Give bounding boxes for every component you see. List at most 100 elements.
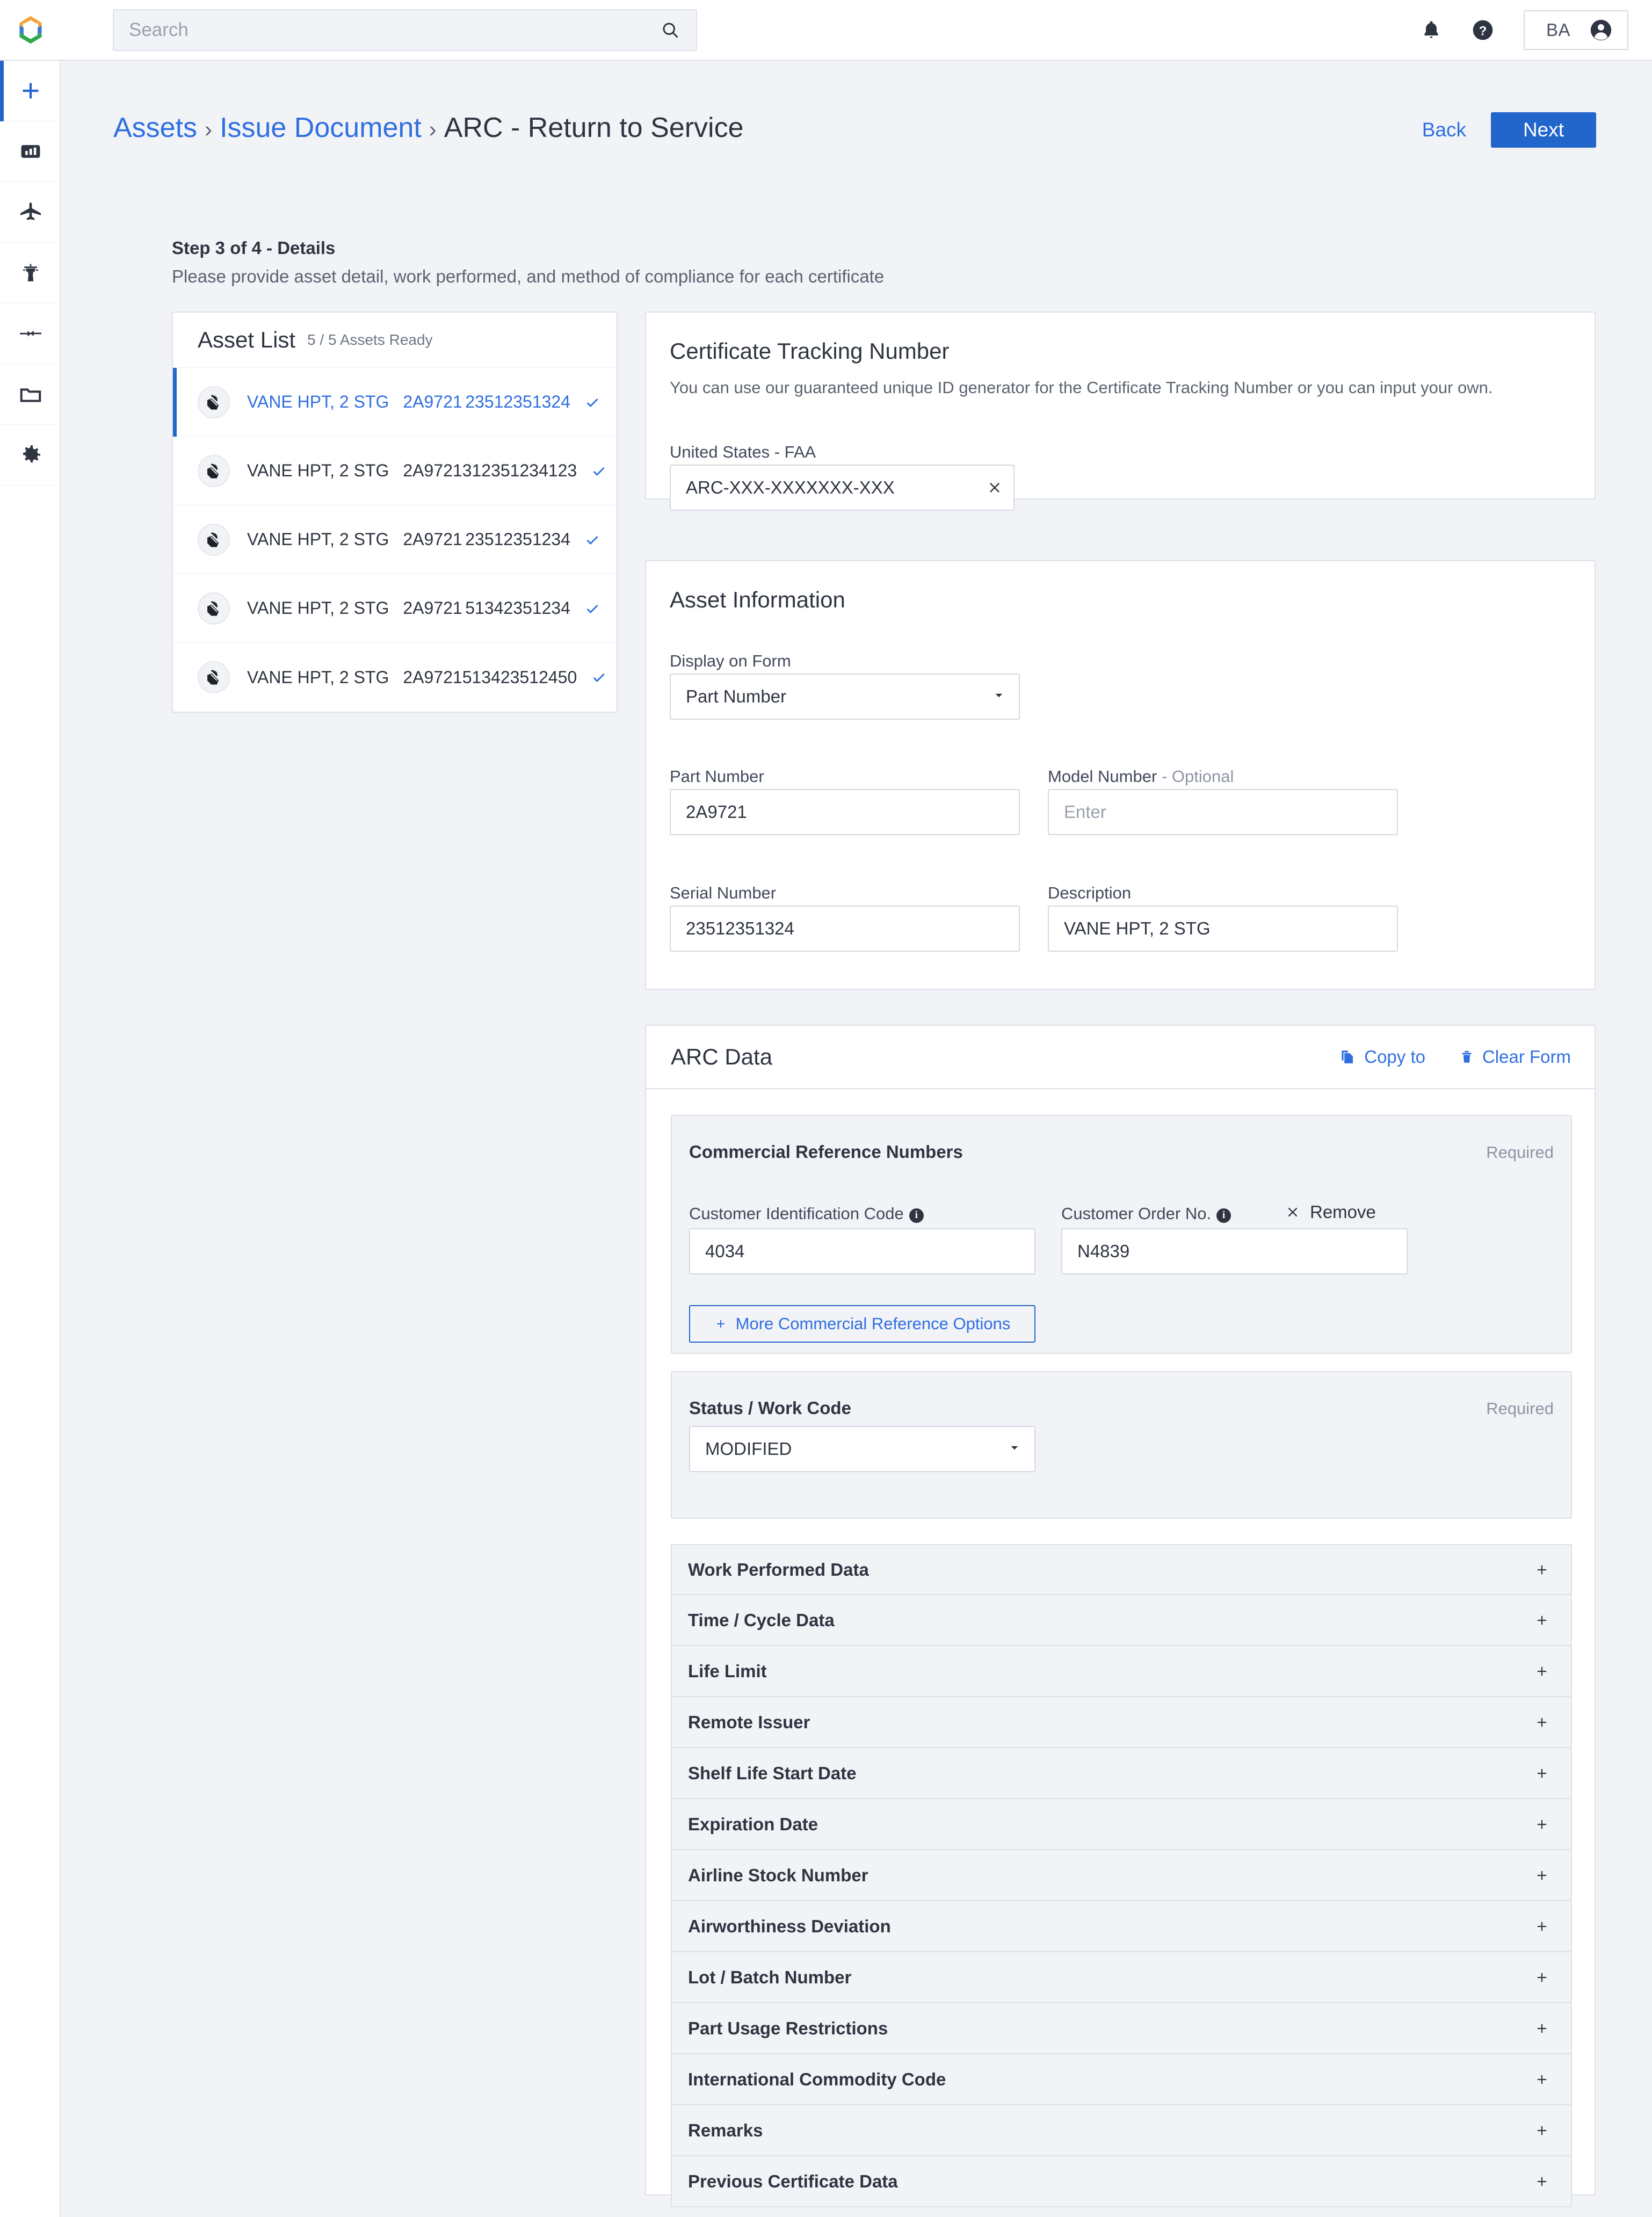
breadcrumb-item-issue-document[interactable]: Issue Document — [220, 112, 422, 144]
plus-icon[interactable] — [1534, 1970, 1549, 1985]
arc-data-card: ARC Data Copy to Clear Form Commercial R… — [645, 1025, 1596, 2207]
display-on-form-label: Display on Form — [670, 651, 791, 670]
plus-icon — [23, 83, 38, 99]
app-logo[interactable] — [0, 15, 61, 46]
asset-description: VANE HPT, 2 STG — [247, 461, 389, 480]
description-label: Description — [1048, 883, 1132, 902]
search-input[interactable] — [114, 19, 661, 41]
clear-form-button[interactable]: Clear Form — [1460, 1047, 1571, 1067]
rail-item-settings[interactable] — [0, 425, 61, 486]
accordion-item-airline-stock-number[interactable]: Airline Stock Number — [671, 1850, 1572, 1901]
plus-icon[interactable] — [1534, 1868, 1549, 1883]
info-icon[interactable]: i — [909, 1208, 924, 1223]
rail-item-aircraft[interactable] — [0, 182, 61, 243]
plus-icon[interactable] — [1534, 2174, 1549, 2189]
asset-list-header: Asset List 5 / 5 Assets Ready — [173, 313, 617, 368]
check-icon — [591, 669, 607, 685]
accordion-label: Work Performed Data — [688, 1559, 869, 1580]
chart-card-icon — [21, 145, 40, 158]
customer-identification-code-label-text: Customer Identification Code — [689, 1204, 904, 1223]
header-actions: Back Next — [1422, 112, 1596, 148]
accordion-item-lot-batch-number[interactable]: Lot / Batch Number — [671, 1952, 1572, 2003]
rail-item-documents[interactable] — [0, 364, 61, 425]
rail-item-reports[interactable] — [0, 121, 61, 182]
accordion-item-remote-issuer[interactable]: Remote Issuer — [671, 1697, 1572, 1748]
asset-list-item[interactable]: VANE HPT, 2 STG 2A9721 312351234123 — [173, 437, 617, 505]
more-commercial-reference-options-button[interactable]: More Commercial Reference Options — [689, 1305, 1035, 1343]
plus-icon[interactable] — [1534, 2123, 1549, 2138]
asset-list-title: Asset List — [198, 327, 296, 352]
copy-to-label: Copy to — [1364, 1047, 1425, 1067]
company-hexagon-logo — [19, 16, 42, 44]
accordion-item-part-usage-restrictions[interactable]: Part Usage Restrictions — [671, 2003, 1572, 2054]
copy-to-button[interactable]: Copy to — [1339, 1047, 1425, 1067]
plus-icon[interactable] — [1534, 2072, 1549, 2087]
plus-icon[interactable] — [1534, 1715, 1549, 1730]
part-number-input[interactable] — [670, 789, 1020, 835]
plus-icon[interactable] — [1534, 1817, 1549, 1832]
plus-icon[interactable] — [1534, 1919, 1549, 1934]
accordion-item-airworthiness-deviation[interactable]: Airworthiness Deviation — [671, 1901, 1572, 1952]
status-work-code-select[interactable] — [689, 1426, 1035, 1472]
search-box[interactable] — [113, 9, 697, 51]
plus-icon[interactable] — [1534, 1664, 1549, 1679]
info-icon[interactable]: i — [1216, 1208, 1231, 1223]
accordion-item-international-commodity-code[interactable]: International Commodity Code — [671, 2054, 1572, 2105]
accordion-item-time-cycle-data[interactable]: Time / Cycle Data — [671, 1595, 1572, 1646]
breadcrumb-item-assets[interactable]: Assets — [113, 112, 197, 144]
notifications-button[interactable] — [1405, 4, 1457, 56]
display-on-form-select[interactable] — [670, 673, 1020, 720]
accordion-item-shelf-life-start-date[interactable]: Shelf Life Start Date — [671, 1748, 1572, 1799]
asset-list-item[interactable]: VANE HPT, 2 STG 2A9721 23512351324 — [173, 368, 617, 437]
rail-item-control-tower[interactable] — [0, 243, 61, 303]
accordion-label: Remarks — [688, 2120, 763, 2140]
asset-list-item[interactable]: VANE HPT, 2 STG 2A9721 51342351234 — [173, 574, 617, 643]
accordion-item-remarks[interactable]: Remarks — [671, 2105, 1572, 2156]
asset-serial-number: 23512351324 — [465, 392, 570, 411]
plus-icon[interactable] — [1534, 1613, 1549, 1628]
description-input[interactable] — [1048, 905, 1398, 952]
plus-icon — [716, 1320, 724, 1328]
accordion-item-previous-certificate-data[interactable]: Previous Certificate Data — [671, 2156, 1572, 2207]
customer-order-no-input[interactable] — [1061, 1228, 1408, 1274]
customer-order-no-label: Customer Order No. i — [1061, 1204, 1231, 1223]
status-work-code-select-wrap — [689, 1426, 1035, 1472]
customer-identification-code-input[interactable] — [689, 1228, 1035, 1274]
transfer-arrows-icon — [19, 330, 41, 337]
status-work-code-required-badge: Required — [1486, 1399, 1554, 1418]
serial-number-input[interactable] — [670, 905, 1020, 952]
asset-list-item[interactable]: VANE HPT, 2 STG 2A9721 513423512450 — [173, 643, 617, 712]
back-button[interactable]: Back — [1422, 119, 1466, 141]
engine-part-icon — [198, 386, 230, 418]
clear-form-label: Clear Form — [1482, 1047, 1571, 1067]
asset-information-card: Asset Information Display on Form Part N… — [645, 560, 1596, 990]
accordion-item-work-performed-data[interactable]: Work Performed Data — [671, 1544, 1572, 1595]
remove-commercial-reference-button[interactable]: Remove — [1285, 1202, 1376, 1222]
asset-part-number: 2A9721 — [403, 598, 462, 618]
next-button[interactable]: Next — [1491, 112, 1596, 148]
accordion-item-expiration-date[interactable]: Expiration Date — [671, 1799, 1572, 1850]
left-nav-rail — [0, 61, 61, 2217]
clear-certificate-tracking-button[interactable] — [987, 480, 1003, 496]
more-commercial-reference-options-label: More Commercial Reference Options — [735, 1314, 1011, 1333]
rail-item-transfers[interactable] — [0, 303, 61, 364]
step-title: Step 3 of 4 - Details — [172, 238, 336, 258]
close-icon — [1288, 1207, 1298, 1217]
user-menu[interactable]: BA — [1523, 10, 1628, 50]
plus-icon[interactable] — [1534, 1766, 1549, 1781]
search-icon[interactable] — [661, 20, 680, 40]
accordion-item-life-limit[interactable]: Life Limit — [671, 1646, 1572, 1697]
plus-icon[interactable] — [1534, 2021, 1549, 2036]
plus-icon[interactable] — [1534, 1562, 1549, 1577]
check-icon — [591, 463, 607, 479]
model-number-input[interactable] — [1048, 789, 1398, 835]
topbar-actions: ? BA — [1405, 4, 1652, 56]
asset-list-item[interactable]: VANE HPT, 2 STG 2A9721 23512351234 — [173, 505, 617, 574]
certificate-tracking-input[interactable] — [670, 465, 1015, 511]
asset-description: VANE HPT, 2 STG — [247, 530, 389, 549]
step-subtitle: Please provide asset detail, work perfor… — [172, 266, 885, 286]
gear-icon — [23, 445, 40, 462]
rail-item-add[interactable] — [0, 61, 61, 121]
accordion-label: Lot / Batch Number — [688, 1967, 852, 1987]
help-button[interactable]: ? — [1457, 4, 1509, 56]
